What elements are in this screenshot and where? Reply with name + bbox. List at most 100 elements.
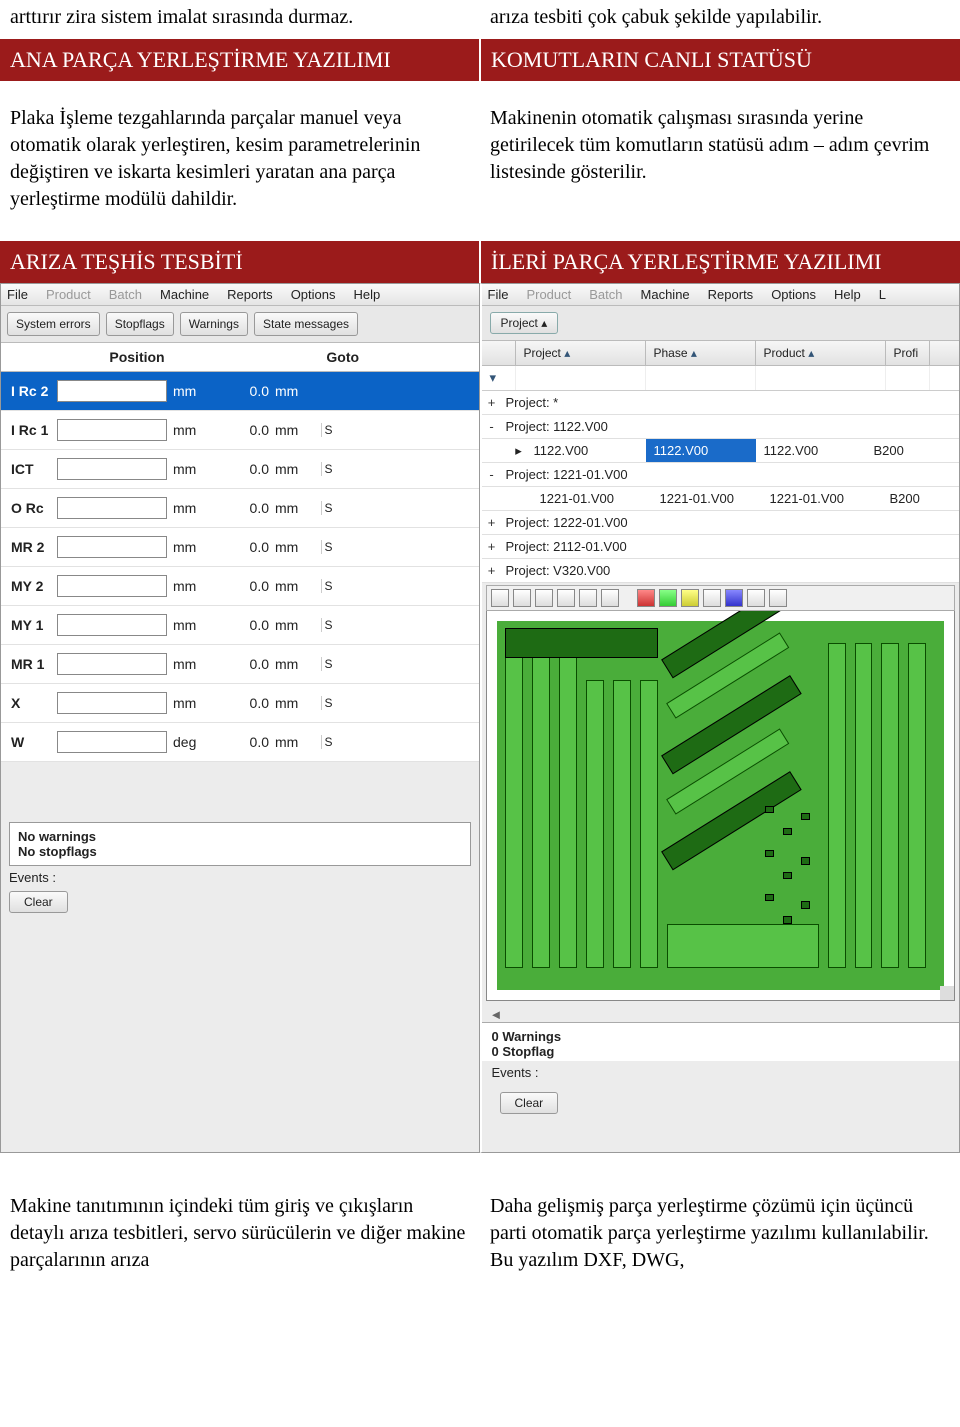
project-group-label: Project: V320.V00 [502, 559, 960, 582]
position-input[interactable] [57, 380, 167, 402]
position-input[interactable] [57, 692, 167, 714]
menu-reports-r[interactable]: Reports [708, 287, 754, 302]
axis-row[interactable]: MR 1mm0.0mmS [1, 645, 479, 684]
axis-label: MR 1 [11, 656, 57, 672]
intro-left: arttırır zira sistem imalat sırasında du… [0, 0, 480, 39]
menu-l-r[interactable]: L [879, 287, 886, 302]
project-group-label: Project: * [502, 391, 960, 414]
project-row[interactable]: 1221-01.V001221-01.V001221-01.V00B200 [482, 487, 960, 511]
row-tail: S [321, 618, 335, 632]
project-row[interactable]: ▸1122.V001122.V001122.V00B200 [482, 439, 960, 463]
project-group-row[interactable]: -Project: 1122.V00 [482, 415, 960, 439]
expand-toggle-icon[interactable]: - [482, 419, 502, 434]
tool-color-red[interactable] [637, 589, 655, 607]
axis-row[interactable]: ICTmm0.0mmS [1, 450, 479, 489]
tool-btn-1[interactable] [491, 589, 509, 607]
tool-color-yellow[interactable] [681, 589, 699, 607]
expand-toggle-icon[interactable]: - [482, 467, 502, 482]
col-phase[interactable]: Phase ▴ [646, 341, 756, 365]
menu-file[interactable]: File [7, 287, 28, 302]
axis-row[interactable]: I Rc 2mm0.0mm [1, 372, 479, 411]
row-tail: S [321, 735, 335, 749]
axis-row[interactable]: MR 2mm0.0mmS [1, 528, 479, 567]
position-input[interactable] [57, 575, 167, 597]
axis-row[interactable]: I Rc 1mm0.0mmS [1, 411, 479, 450]
clear-button-right[interactable]: Clear [500, 1092, 559, 1114]
axis-label: O Rc [11, 500, 57, 516]
tool-btn-2[interactable] [513, 589, 531, 607]
intro-right: arıza tesbiti çok çabuk şekilde yapılabi… [480, 0, 960, 39]
menu-machine[interactable]: Machine [160, 287, 209, 302]
project-group-label: Project: 1222-01.V00 [502, 511, 960, 534]
menu-reports[interactable]: Reports [227, 287, 273, 302]
cell-profile: B200 [866, 439, 910, 462]
clear-button[interactable]: Clear [9, 891, 68, 913]
status-no-warnings: No warnings [18, 829, 462, 844]
menu-options-r[interactable]: Options [771, 287, 816, 302]
position-input[interactable] [57, 419, 167, 441]
col-project[interactable]: Project ▴ [516, 341, 646, 365]
tool-btn-5[interactable] [579, 589, 597, 607]
position-input[interactable] [57, 458, 167, 480]
expand-toggle-icon[interactable]: + [482, 563, 502, 578]
cell-phase: 1221-01.V00 [652, 487, 762, 510]
expand-toggle-icon[interactable]: + [482, 539, 502, 554]
axis-row[interactable]: Xmm0.0mmS [1, 684, 479, 723]
chevron-up-icon: ▴ [808, 346, 814, 360]
project-group-row[interactable]: +Project: 1222-01.V00 [482, 511, 960, 535]
section-title-left-2: ARIZA TEŞHİS TESBİTİ [0, 241, 479, 283]
menu-options[interactable]: Options [291, 287, 336, 302]
position-unit: deg [173, 734, 215, 750]
expand-toggle-icon[interactable]: + [482, 395, 502, 410]
axis-label: W [11, 734, 57, 750]
tool-btn-9[interactable] [769, 589, 787, 607]
col-product[interactable]: Product ▴ [756, 341, 886, 365]
project-group-row[interactable]: -Project: 1221-01.V00 [482, 463, 960, 487]
goto-unit: mm [275, 383, 321, 399]
section-title-right-1: KOMUTLARIN CANLI STATÜSÜ [479, 39, 960, 81]
position-input[interactable] [57, 653, 167, 675]
tab-warnings[interactable]: Warnings [180, 312, 248, 336]
position-input[interactable] [57, 497, 167, 519]
position-input[interactable] [57, 614, 167, 636]
menu-help[interactable]: Help [354, 287, 381, 302]
tab-system-errors[interactable]: System errors [7, 312, 100, 336]
goto-value: 0.0 [215, 695, 275, 711]
axis-row[interactable]: O Rcmm0.0mmS [1, 489, 479, 528]
menu-machine-r[interactable]: Machine [641, 287, 690, 302]
tool-color-blue[interactable] [725, 589, 743, 607]
tool-btn-8[interactable] [747, 589, 765, 607]
project-group-row[interactable]: +Project: * [482, 391, 960, 415]
sort-chip-project[interactable]: Project ▴ [490, 312, 559, 334]
stopflag-count: 0 Stopflag [492, 1044, 950, 1059]
chevron-up-icon: ▴ [691, 346, 697, 360]
menu-product-r: Product [526, 287, 571, 302]
axis-row[interactable]: MY 2mm0.0mmS [1, 567, 479, 606]
tool-btn-7[interactable] [703, 589, 721, 607]
position-unit: mm [173, 656, 215, 672]
axis-column-header: Position Goto [1, 343, 479, 372]
expand-toggle-icon[interactable]: + [482, 515, 502, 530]
nesting-canvas[interactable] [486, 611, 956, 1001]
project-group-row[interactable]: +Project: 2112-01.V00 [482, 535, 960, 559]
tool-color-green[interactable] [659, 589, 677, 607]
project-group-label: Project: 1122.V00 [502, 415, 960, 438]
tab-state-messages[interactable]: State messages [254, 312, 358, 336]
menu-help-r[interactable]: Help [834, 287, 861, 302]
project-group-row[interactable]: +Project: V320.V00 [482, 559, 960, 583]
scroll-left-icon[interactable]: ◄ [482, 1003, 960, 1022]
tool-btn-6[interactable] [601, 589, 619, 607]
diag-tab-strip: System errors Stopflags Warnings State m… [1, 306, 479, 343]
tab-stopflags[interactable]: Stopflags [106, 312, 174, 336]
tool-btn-4[interactable] [557, 589, 575, 607]
funnel-icon[interactable]: ▾ [482, 366, 516, 390]
tool-btn-3[interactable] [535, 589, 553, 607]
col-profile[interactable]: Profi [886, 341, 930, 365]
menu-file-r[interactable]: File [488, 287, 509, 302]
position-input[interactable] [57, 536, 167, 558]
axis-row[interactable]: Wdeg0.0mmS [1, 723, 479, 762]
events-label-right: Events : [482, 1061, 960, 1080]
axis-row[interactable]: MY 1mm0.0mmS [1, 606, 479, 645]
goto-value: 0.0 [215, 656, 275, 672]
position-input[interactable] [57, 731, 167, 753]
